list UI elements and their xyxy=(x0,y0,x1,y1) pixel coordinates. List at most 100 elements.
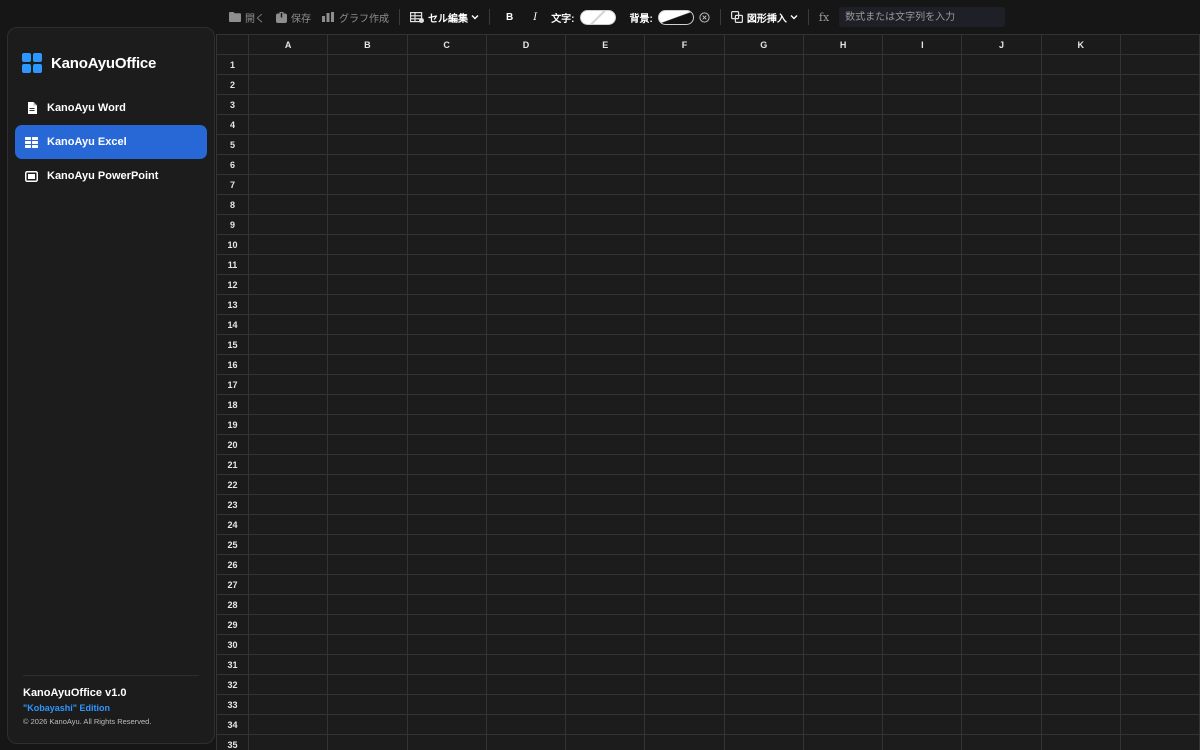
sheet-cell[interactable] xyxy=(247,374,329,395)
sheet-cell[interactable] xyxy=(961,194,1042,215)
sheet-cell[interactable] xyxy=(247,474,329,495)
sheet-cell[interactable] xyxy=(802,414,884,435)
sheet-cell[interactable] xyxy=(565,274,646,295)
sheet-cell[interactable] xyxy=(723,114,804,135)
sheet-cell[interactable] xyxy=(802,114,884,135)
column-header[interactable]: K xyxy=(1040,34,1121,55)
sheet-cell[interactable] xyxy=(406,734,487,750)
sheet-cell[interactable] xyxy=(247,714,329,735)
sheet-cell[interactable] xyxy=(644,134,725,155)
sheet-cell[interactable] xyxy=(1040,534,1121,555)
sheet-cell[interactable] xyxy=(247,74,329,95)
sheet-cell[interactable] xyxy=(485,134,567,155)
sheet-cell[interactable] xyxy=(1040,714,1121,735)
row-header[interactable]: 25 xyxy=(216,534,249,555)
sheet-cell[interactable] xyxy=(961,254,1042,275)
sheet-cell[interactable] xyxy=(961,114,1042,135)
sheet-cell[interactable] xyxy=(1040,274,1121,295)
sheet-cell[interactable] xyxy=(406,134,487,155)
sheet-cell[interactable] xyxy=(485,434,567,455)
sheet-cell[interactable] xyxy=(1119,694,1200,715)
sheet-cell[interactable] xyxy=(247,354,329,375)
sheet-cell[interactable] xyxy=(961,354,1042,375)
sheet-cell[interactable] xyxy=(723,74,804,95)
sheet-cell[interactable] xyxy=(485,274,567,295)
column-header[interactable]: G xyxy=(723,34,804,55)
sheet-cell[interactable] xyxy=(327,234,408,255)
sheet-cell[interactable] xyxy=(406,54,487,75)
sheet-cell[interactable] xyxy=(723,374,804,395)
sheet-cell[interactable] xyxy=(327,334,408,355)
sheet-cell[interactable] xyxy=(644,74,725,95)
sheet-cell[interactable] xyxy=(961,594,1042,615)
sheet-cell[interactable] xyxy=(882,254,963,275)
row-header[interactable]: 8 xyxy=(216,194,249,215)
sheet-cell[interactable] xyxy=(882,654,963,675)
sheet-cell[interactable] xyxy=(1040,154,1121,175)
sheet-cell[interactable] xyxy=(1119,174,1200,195)
sheet-cell[interactable] xyxy=(961,574,1042,595)
sheet-cell[interactable] xyxy=(644,534,725,555)
sheet-cell[interactable] xyxy=(1119,734,1200,750)
sheet-cell[interactable] xyxy=(485,194,567,215)
sheet-cell[interactable] xyxy=(802,574,884,595)
sheet-cell[interactable] xyxy=(327,134,408,155)
sheet-cell[interactable] xyxy=(327,194,408,215)
sheet-cell[interactable] xyxy=(565,354,646,375)
column-header[interactable]: C xyxy=(406,34,487,55)
sheet-cell[interactable] xyxy=(406,414,487,435)
sheet-cell[interactable] xyxy=(723,514,804,535)
sheet-cell[interactable] xyxy=(802,654,884,675)
sheet-cell[interactable] xyxy=(882,194,963,215)
sheet-cell[interactable] xyxy=(327,154,408,175)
sheet-cell[interactable] xyxy=(1040,114,1121,135)
sheet-cell[interactable] xyxy=(802,394,884,415)
sheet-cell[interactable] xyxy=(247,234,329,255)
sheet-cell[interactable] xyxy=(961,214,1042,235)
sheet-cell[interactable] xyxy=(247,94,329,115)
sheet-cell[interactable] xyxy=(644,94,725,115)
sheet-cell[interactable] xyxy=(961,154,1042,175)
sheet-cell[interactable] xyxy=(327,614,408,635)
sheet-cell[interactable] xyxy=(961,274,1042,295)
sheet-cell[interactable] xyxy=(247,274,329,295)
sheet-cell[interactable] xyxy=(247,454,329,475)
sheet-cell[interactable] xyxy=(1119,234,1200,255)
sheet-cell[interactable] xyxy=(723,494,804,515)
sheet-cell[interactable] xyxy=(327,494,408,515)
sheet-cell[interactable] xyxy=(882,454,963,475)
sheet-cell[interactable] xyxy=(882,74,963,95)
sheet-cell[interactable] xyxy=(565,74,646,95)
sidebar-item-word[interactable]: KanoAyu Word xyxy=(15,91,207,125)
sheet-cell[interactable] xyxy=(644,114,725,135)
sheet-cell[interactable] xyxy=(485,74,567,95)
row-header[interactable]: 12 xyxy=(216,274,249,295)
sheet-cell[interactable] xyxy=(1119,254,1200,275)
sheet-cell[interactable] xyxy=(802,134,884,155)
sheet-cell[interactable] xyxy=(1040,334,1121,355)
sheet-cell[interactable] xyxy=(1119,214,1200,235)
row-header[interactable]: 22 xyxy=(216,474,249,495)
sheet-cell[interactable] xyxy=(485,714,567,735)
sheet-cell[interactable] xyxy=(565,334,646,355)
sheet-cell[interactable] xyxy=(961,374,1042,395)
sheet-cell[interactable] xyxy=(1040,454,1121,475)
sheet-cell[interactable] xyxy=(485,354,567,375)
sheet-cell[interactable] xyxy=(247,514,329,535)
sheet-cell[interactable] xyxy=(882,374,963,395)
row-header[interactable]: 19 xyxy=(216,414,249,435)
sheet-cell[interactable] xyxy=(882,674,963,695)
sheet-cell[interactable] xyxy=(1119,374,1200,395)
sheet-cell[interactable] xyxy=(327,254,408,275)
sheet-cell[interactable] xyxy=(961,334,1042,355)
sheet-cell[interactable] xyxy=(1119,314,1200,335)
sheet-cell[interactable] xyxy=(327,594,408,615)
sheet-cell[interactable] xyxy=(406,74,487,95)
sheet-cell[interactable] xyxy=(565,194,646,215)
sheet-cell[interactable] xyxy=(644,254,725,275)
sheet-cell[interactable] xyxy=(802,494,884,515)
sheet-cell[interactable] xyxy=(565,654,646,675)
sheet-cell[interactable] xyxy=(644,234,725,255)
sheet-cell[interactable] xyxy=(247,334,329,355)
sheet-cell[interactable] xyxy=(1040,674,1121,695)
